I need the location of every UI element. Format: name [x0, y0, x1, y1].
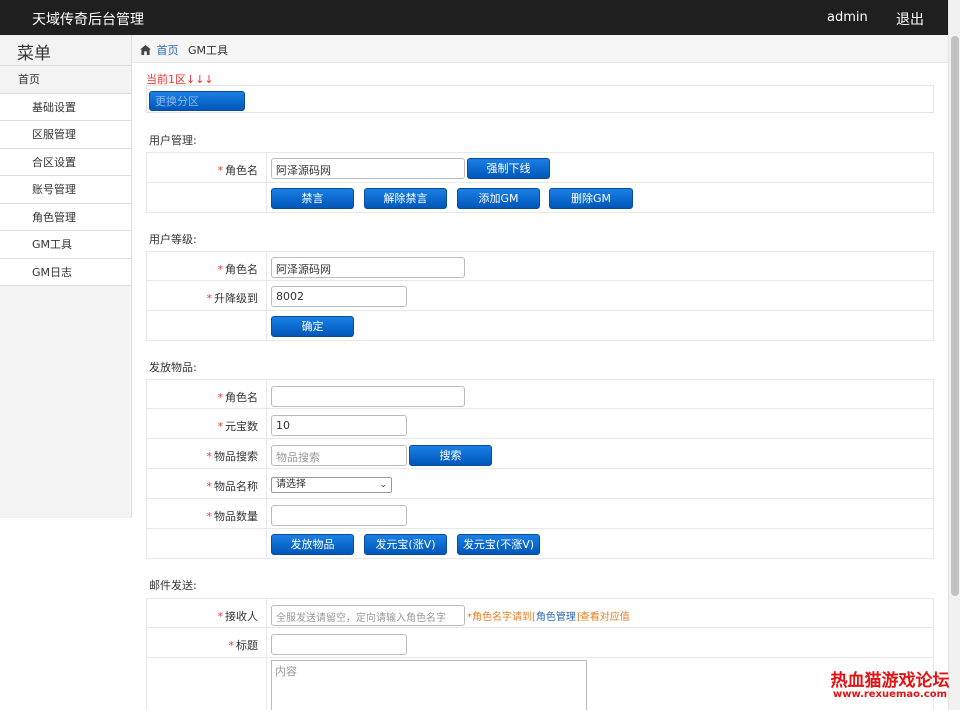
items-name-row: * 物品名称 请选择 ⌄ — [146, 469, 934, 499]
sidebar-item-server-mgmt[interactable]: 区服管理 — [0, 121, 131, 149]
mail-receiver-hint: *角色名字请到[角色管理]查看对应值 — [467, 612, 630, 623]
user-mgmt-role-input[interactable]: 阿泽源码网 — [271, 158, 465, 179]
add-gm-button[interactable]: 添加GM — [457, 188, 540, 209]
items-role-input[interactable] — [271, 386, 465, 407]
sidebar-item-basic-settings[interactable]: 基础设置 — [0, 93, 131, 121]
level-role-row: * 角色名 阿泽源码网 — [146, 251, 934, 281]
page-scrollbar[interactable] — [948, 0, 960, 710]
chevron-down-icon: ⌄ — [379, 480, 387, 490]
items-role-label: * 角色名 — [147, 380, 267, 408]
items-name-select[interactable]: 请选择 ⌄ — [271, 477, 392, 493]
items-search-input[interactable]: 物品搜索 — [271, 445, 407, 466]
mail-receiver-input[interactable]: 全服发送请留空，定向请输入角色名字 — [271, 605, 465, 626]
sidebar-item-gm-log[interactable]: GM日志 — [0, 258, 131, 286]
items-search-label: * 物品搜索 — [147, 439, 267, 468]
mail-receiver-row: * 接收人 全服发送请留空，定向请输入角色名字 *角色名字请到[角色管理]查看对应… — [146, 598, 934, 628]
user-mgmt-role-label: * 角色名 — [147, 153, 267, 182]
watermark-url: www.rexuemao.com — [833, 689, 947, 700]
unmute-button[interactable]: 解除禁言 — [364, 188, 447, 209]
items-count-row: * 物品数量 — [146, 499, 934, 529]
sidebar-item-role-mgmt[interactable]: 角色管理 — [0, 203, 131, 231]
force-offline-button[interactable]: 强制下线 — [467, 158, 550, 179]
mail-subject-row: * 标题 — [146, 628, 934, 658]
user-name[interactable]: admin — [827, 10, 868, 25]
items-search-row: * 物品搜索 物品搜索 搜索 — [146, 439, 934, 469]
role-mgmt-link[interactable]: 角色管理 — [536, 612, 576, 623]
sidebar-item-merge-zones[interactable]: 合区设置 — [0, 148, 131, 176]
items-yuanbao-label: * 元宝数 — [147, 409, 267, 438]
mail-subject-label: * 标题 — [147, 628, 267, 657]
mail-content-textarea[interactable]: 内容 — [271, 660, 587, 710]
top-bar: 天域传奇后台管理 admin 退出 — [0, 0, 948, 35]
items-count-input[interactable] — [271, 505, 407, 526]
send-items-button[interactable]: 发放物品 — [271, 534, 354, 555]
sidebar-item-home[interactable]: 首页 — [0, 66, 131, 94]
breadcrumb-current: GM工具 — [188, 44, 229, 57]
items-role-row: * 角色名 — [146, 379, 934, 409]
app-title: 天域传奇后台管理 — [32, 12, 144, 28]
section-mail-title: 邮件发送: — [149, 579, 197, 592]
level-role-input[interactable]: 阿泽源码网 — [271, 257, 465, 278]
remove-gm-button[interactable]: 删除GM — [549, 188, 633, 209]
level-value-label: * 升降级到 — [147, 281, 267, 310]
mail-content-row: 内容 — [146, 658, 934, 710]
section-items-title: 发放物品: — [149, 361, 197, 374]
items-name-label: * 物品名称 — [147, 469, 267, 498]
watermark-text: 热血猫游戏论坛 — [830, 671, 950, 691]
main-content: 首页 GM工具 当前1区↓↓↓ 更换分区 用户管理: * 角色名 阿泽源码网 强制… — [132, 35, 948, 710]
section-user-mgmt-title: 用户管理: — [149, 134, 197, 147]
items-count-label: * 物品数量 — [147, 499, 267, 528]
watermark: 热血猫游戏论坛 www.rexuemao.com — [828, 666, 952, 700]
sidebar-item-gm-tools[interactable]: GM工具 — [0, 231, 131, 259]
user-mgmt-actions-row: 禁言 解除禁言 添加GM 删除GM — [146, 183, 934, 213]
level-confirm-row: 确定 — [146, 311, 934, 341]
level-value-input[interactable]: 8002 — [271, 286, 407, 307]
sidebar-item-account-mgmt[interactable]: 账号管理 — [0, 176, 131, 204]
breadcrumb: 首页 GM工具 — [132, 35, 948, 63]
mail-subject-input[interactable] — [271, 634, 407, 655]
home-icon — [140, 44, 157, 57]
mail-receiver-label: * 接收人 — [147, 599, 267, 627]
items-actions-row: 发放物品 发元宝(涨V) 发元宝(不涨V) — [146, 529, 934, 559]
sidebar-title: 菜单 — [0, 35, 131, 66]
send-yuanbao-vip-button[interactable]: 发元宝(涨V) — [364, 534, 447, 555]
level-value-row: * 升降级到 8002 — [146, 281, 934, 311]
items-search-button[interactable]: 搜索 — [409, 445, 492, 466]
breadcrumb-home-link[interactable]: 首页 — [157, 44, 179, 57]
items-yuanbao-input[interactable]: 10 — [271, 415, 407, 436]
zone-switch-box: 更换分区 — [146, 85, 934, 113]
send-yuanbao-novip-button[interactable]: 发元宝(不涨V) — [457, 534, 540, 555]
user-mgmt-role-row: * 角色名 阿泽源码网 强制下线 — [146, 152, 934, 183]
mute-button[interactable]: 禁言 — [271, 188, 354, 209]
level-confirm-button[interactable]: 确定 — [271, 316, 354, 337]
section-user-level-title: 用户等级: — [149, 233, 197, 246]
logout-link[interactable]: 退出 — [896, 9, 924, 29]
items-yuanbao-row: * 元宝数 10 — [146, 409, 934, 439]
switch-zone-button[interactable]: 更换分区 — [149, 91, 245, 111]
scrollbar-thumb[interactable] — [951, 36, 959, 596]
level-role-label: * 角色名 — [147, 252, 267, 280]
sidebar: 菜单 首页 基础设置 区服管理 合区设置 账号管理 角色管理 GM工具 GM日志 — [0, 35, 132, 518]
